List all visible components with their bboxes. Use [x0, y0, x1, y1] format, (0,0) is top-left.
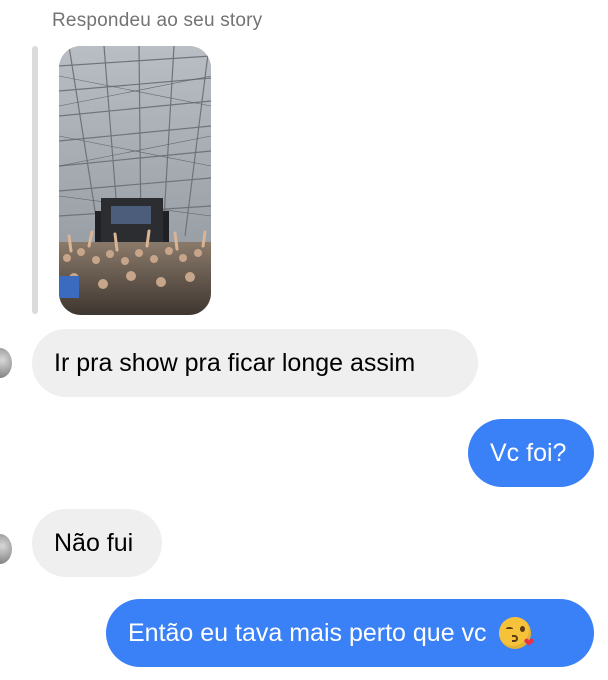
chat-thread: Respondeu ao seu story Ir pra show pra f…: [0, 0, 608, 680]
sender-avatar[interactable]: [0, 534, 12, 564]
story-thumbnail[interactable]: [59, 46, 211, 315]
message-bubble-outgoing[interactable]: Então eu tava mais perto que vc ❤: [106, 599, 594, 667]
message-text: Vc foi?: [490, 439, 567, 467]
message-bubble-outgoing[interactable]: Vc foi?: [468, 419, 594, 487]
sender-avatar[interactable]: [0, 348, 12, 378]
reply-quote-bar: [32, 46, 38, 314]
kissing-face-with-heart-emoji: ❤: [498, 617, 535, 649]
message-text: Não fui: [54, 529, 134, 557]
message-text: Ir pra show pra ficar longe assim: [54, 349, 416, 377]
message-bubble-incoming[interactable]: Não fui: [32, 509, 162, 577]
message-bubble-incoming[interactable]: Ir pra show pra ficar longe assim: [32, 329, 478, 397]
story-reply-label: Respondeu ao seu story: [52, 10, 263, 31]
concert-story-photo: [59, 46, 211, 315]
message-text: Então eu tava mais perto que vc: [128, 619, 487, 647]
